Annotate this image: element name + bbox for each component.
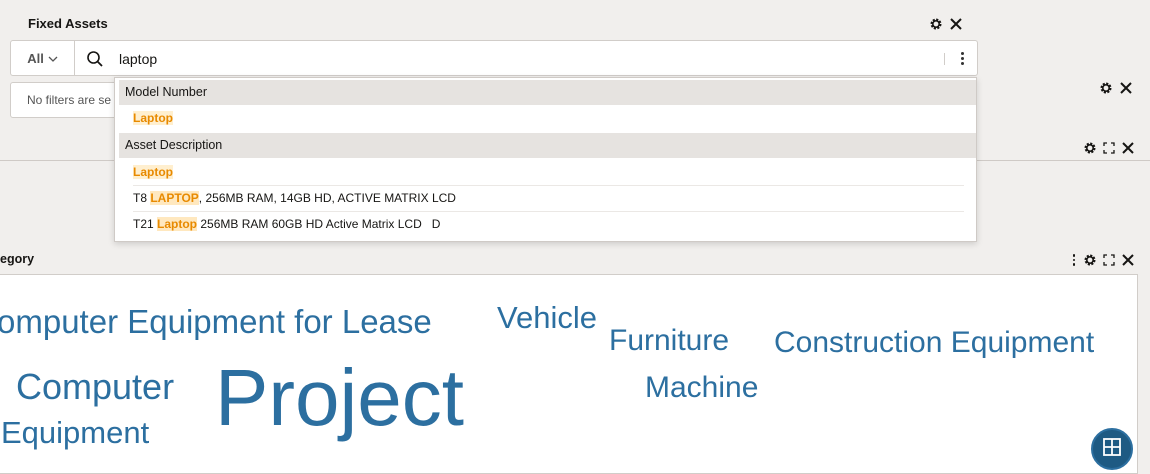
match-highlight: Laptop xyxy=(133,165,173,179)
search-icon xyxy=(86,50,104,73)
gear-icon[interactable] xyxy=(1083,253,1097,267)
kebab-icon[interactable] xyxy=(955,49,969,67)
cloud-word[interactable]: Vehicle xyxy=(497,300,597,336)
panel-title: Fixed Assets xyxy=(28,16,108,31)
gear-icon[interactable] xyxy=(1083,141,1097,155)
close-icon[interactable] xyxy=(1119,81,1133,95)
cloud-word[interactable]: Construction Equipment xyxy=(774,326,1094,360)
suggestion-group-header: Model Number xyxy=(119,80,976,105)
cloud-word[interactable]: Furniture xyxy=(609,324,729,358)
suggestion-item[interactable]: Laptop xyxy=(133,159,964,186)
cloud-word[interactable]: Equipment xyxy=(1,415,149,451)
match-highlight: LAPTOP xyxy=(150,191,199,205)
suggestion-group-header: Asset Description xyxy=(119,133,976,158)
category-title: egory xyxy=(0,252,35,266)
panel-actions xyxy=(929,17,963,31)
match-highlight: Laptop xyxy=(157,217,198,231)
gear-icon[interactable] xyxy=(1099,81,1113,95)
cloud-word[interactable]: Project xyxy=(215,358,464,438)
search-bar: All laptop xyxy=(10,40,978,76)
filter-summary-text: No filters are se xyxy=(27,93,112,107)
cloud-word[interactable]: Machine xyxy=(645,371,758,405)
divider xyxy=(944,53,945,65)
chevron-down-icon xyxy=(48,51,58,66)
panel3-actions xyxy=(1083,141,1135,155)
search-scope-dropdown[interactable]: All xyxy=(11,41,75,75)
cloud-word[interactable]: Computer xyxy=(16,366,174,408)
search-suggestions: Model Number Laptop Asset Description La… xyxy=(114,77,977,242)
search-input[interactable]: laptop xyxy=(119,51,157,67)
suggestion-item[interactable]: T8 LAPTOP, 256MB RAM, 14GB HD, ACTIVE MA… xyxy=(133,185,964,212)
expand-icon[interactable] xyxy=(1103,254,1115,266)
panel2-actions xyxy=(1099,81,1133,95)
expand-icon[interactable] xyxy=(1103,142,1115,154)
cloud-word[interactable]: omputer Equipment for Lease xyxy=(0,303,432,341)
kebab-icon[interactable] xyxy=(1071,253,1077,267)
suggestion-item[interactable]: T21 Laptop 256MB RAM 60GB HD Active Matr… xyxy=(133,211,964,237)
grid-view-button[interactable] xyxy=(1091,428,1133,470)
close-icon[interactable] xyxy=(1121,141,1135,155)
suggestion-item[interactable]: Laptop xyxy=(133,105,964,131)
gear-icon[interactable] xyxy=(929,17,943,31)
category-word-cloud: omputer Equipment for Lease Vehicle Furn… xyxy=(0,274,1138,474)
match-highlight: Laptop xyxy=(133,111,173,125)
category-actions xyxy=(1071,253,1135,267)
search-scope-label: All xyxy=(27,50,44,66)
close-icon[interactable] xyxy=(1121,253,1135,267)
close-icon[interactable] xyxy=(949,17,963,31)
grid-icon xyxy=(1102,437,1122,462)
